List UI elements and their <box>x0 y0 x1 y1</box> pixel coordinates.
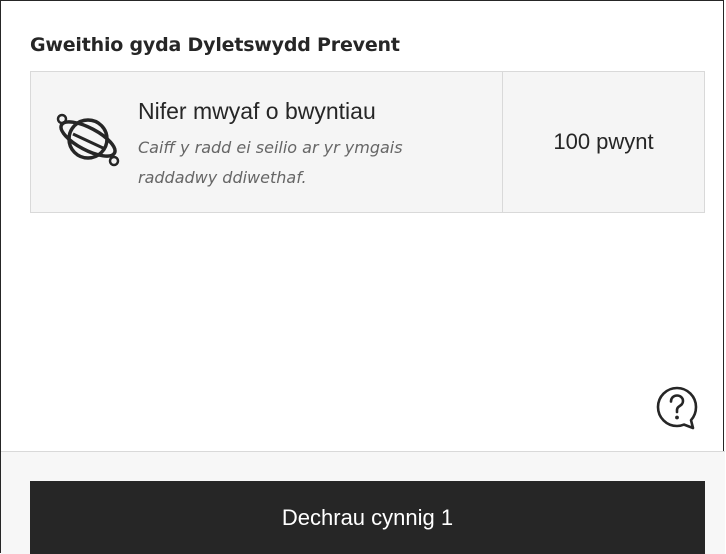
planet-icon <box>51 108 123 168</box>
grading-heading: Nifer mwyaf o bwyntiau <box>138 98 376 124</box>
grading-info-card: Nifer mwyaf o bwyntiau Caiff y radd ei s… <box>30 71 705 213</box>
page-title: Gweithio gyda Dyletswydd Prevent <box>30 34 400 56</box>
grading-info-main: Nifer mwyaf o bwyntiau Caiff y radd ei s… <box>31 72 503 212</box>
help-bubble-icon[interactable] <box>654 384 700 432</box>
start-attempt-button[interactable]: Dechrau cynnig 1 <box>30 481 705 554</box>
grading-description: Caiff y radd ei seilio ar yr ymgais radd… <box>138 138 403 187</box>
max-points-value: 100 pwynt <box>553 129 654 154</box>
assessment-panel: Gweithio gyda Dyletswydd Prevent Nifer m… <box>0 0 725 554</box>
